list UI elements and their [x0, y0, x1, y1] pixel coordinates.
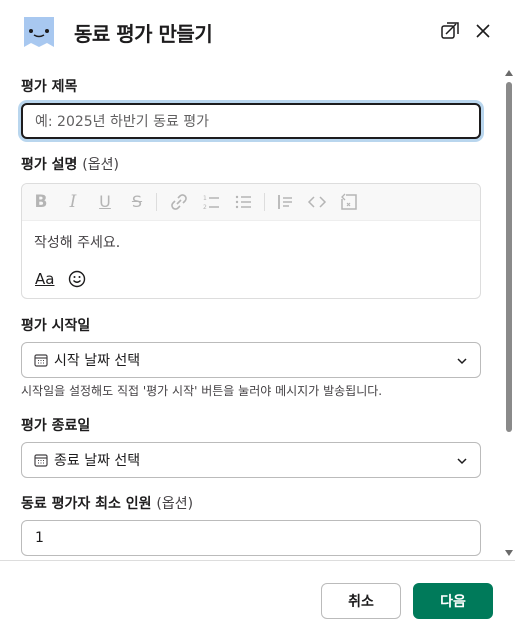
end-date-label: 평가 종료일 [21, 418, 91, 434]
min-reviewers-optional: (옵션) [156, 496, 194, 512]
svg-text:2: 2 [203, 204, 207, 211]
italic-icon[interactable]: I [62, 191, 84, 213]
emoji-icon[interactable] [67, 269, 87, 289]
code-block-icon[interactable] [338, 191, 360, 213]
underline-icon[interactable]: U [94, 191, 116, 213]
toolbar-divider [156, 193, 157, 211]
ordered-list-icon[interactable]: 1 2 [200, 191, 222, 213]
close-icon[interactable] [472, 20, 494, 42]
modal-footer: 취소 다음 [0, 560, 515, 635]
scrollbar-thumb[interactable] [506, 82, 512, 432]
calendar-icon [34, 454, 48, 467]
min-reviewers-label-text: 동료 평가자 최소 인원 [21, 496, 152, 512]
open-in-window-icon[interactable] [439, 20, 461, 42]
min-reviewers-value: 1 [35, 530, 44, 546]
strikethrough-icon[interactable]: S [126, 191, 148, 213]
cancel-button[interactable]: 취소 [321, 583, 401, 619]
text-format-button[interactable]: Aa [35, 270, 54, 288]
next-button[interactable]: 다음 [413, 583, 493, 619]
min-reviewers-input[interactable]: 1 [21, 520, 481, 556]
start-date-select[interactable]: 시작 날짜 선택 [21, 342, 481, 378]
scroll-up-arrow-icon[interactable] [505, 70, 513, 76]
description-placeholder: 작성해 주세요. [34, 235, 121, 251]
blockquote-icon[interactable] [274, 191, 296, 213]
svg-text:1: 1 [203, 195, 207, 202]
chevron-down-icon [457, 358, 467, 365]
description-label-text: 평가 설명 [21, 157, 78, 173]
end-date-select[interactable]: 종료 날짜 선택 [21, 442, 481, 478]
description-editor[interactable]: B I U S 1 2 작성해 주세요. Aa [21, 183, 481, 299]
description-optional: (옵션) [82, 157, 119, 173]
modal-title: 동료 평가 만들기 [74, 22, 213, 46]
start-date-help: 시작일을 설정해도 직접 '평가 시작' 버튼을 눌러야 메시지가 발송됩니다. [21, 384, 383, 398]
title-input[interactable]: 예: 2025년 하반기 동료 평가 [21, 103, 481, 139]
description-label: 평가 설명 (옵션) [21, 154, 119, 174]
bold-icon[interactable]: B [30, 191, 52, 213]
scroll-down-arrow-icon[interactable] [505, 550, 513, 556]
title-label: 평가 제목 [21, 79, 78, 95]
start-date-label: 평가 시작일 [21, 318, 91, 334]
min-reviewers-label: 동료 평가자 최소 인원 (옵션) [21, 493, 193, 513]
code-icon[interactable] [306, 191, 328, 213]
toolbar-divider [264, 193, 265, 211]
modal-header: 동료 평가 만들기 [0, 0, 515, 66]
title-input-placeholder: 예: 2025년 하반기 동료 평가 [35, 114, 210, 130]
bulleted-list-icon[interactable] [232, 191, 254, 213]
start-date-value: 시작 날짜 선택 [54, 353, 141, 369]
modal-body: 평가 제목 예: 2025년 하반기 동료 평가 평가 설명 (옵션) B I … [0, 66, 502, 560]
calendar-icon [34, 354, 48, 367]
chevron-down-icon [457, 458, 467, 465]
format-toolbar: B I U S 1 2 [22, 184, 480, 221]
end-date-value: 종료 날짜 선택 [54, 453, 141, 469]
app-face-icon [24, 17, 54, 47]
link-icon[interactable] [168, 191, 190, 213]
scrollbar[interactable] [502, 66, 515, 560]
